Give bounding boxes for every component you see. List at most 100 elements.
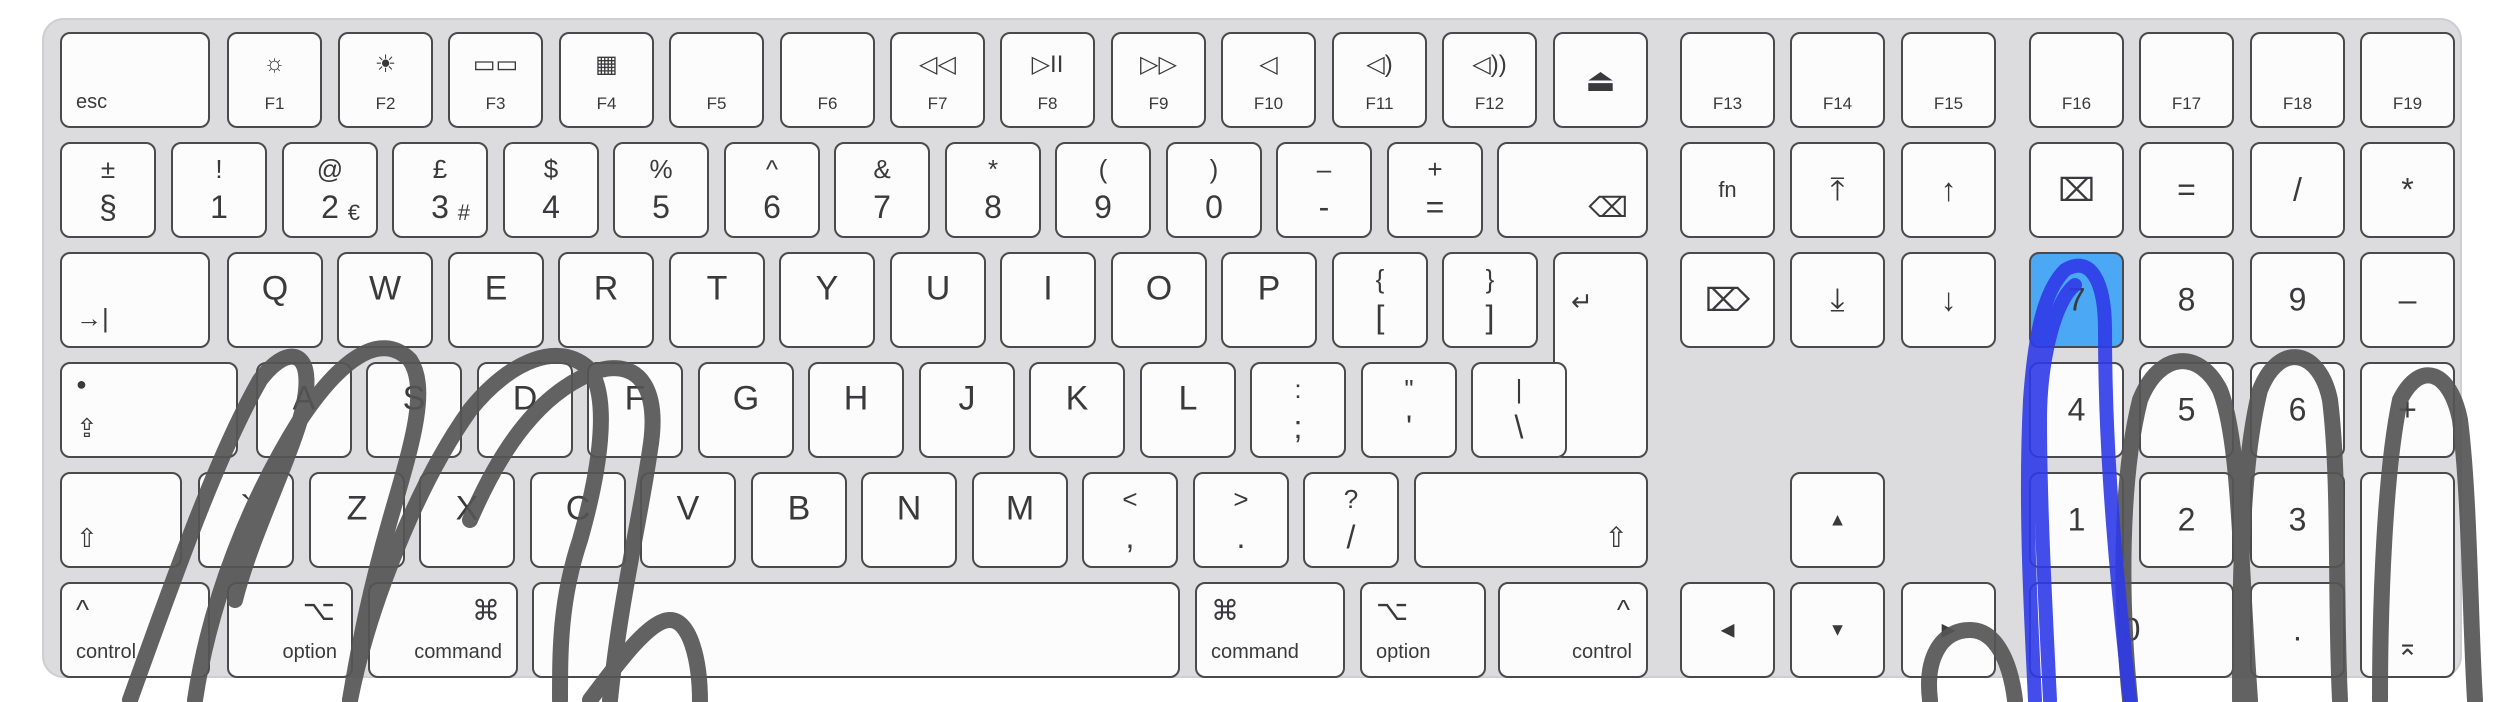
key-f3[interactable]: ▭▭ F3 bbox=[448, 32, 543, 128]
key-7[interactable]: & 7 bbox=[834, 142, 930, 238]
key-8[interactable]: * 8 bbox=[945, 142, 1041, 238]
key-c[interactable]: C bbox=[530, 472, 626, 568]
key-w[interactable]: W bbox=[337, 252, 433, 348]
key-quote[interactable]: " ' bbox=[1361, 362, 1457, 458]
key-eject[interactable]: ⏏ bbox=[1553, 32, 1648, 128]
key-f12[interactable]: ◁)) F12 bbox=[1442, 32, 1537, 128]
key-arrow-up[interactable]: ▲ bbox=[1790, 472, 1885, 568]
key-1[interactable]: ! 1 bbox=[171, 142, 267, 238]
key-f6[interactable]: F6 bbox=[780, 32, 875, 128]
key-page-down[interactable]: ↓ bbox=[1901, 252, 1996, 348]
key-f8[interactable]: ▷II F8 bbox=[1000, 32, 1095, 128]
key-slash[interactable]: ? / bbox=[1303, 472, 1399, 568]
key-f2[interactable]: ☀ F2 bbox=[338, 32, 433, 128]
key-f11[interactable]: ◁) F11 bbox=[1332, 32, 1427, 128]
key-num-minus[interactable]: – bbox=[2360, 252, 2455, 348]
key-num-clear[interactable]: ⌧ bbox=[2029, 142, 2124, 238]
key-end[interactable]: ⤓ bbox=[1790, 252, 1885, 348]
key-caps-lock[interactable]: ● ⇪ bbox=[60, 362, 238, 458]
key-o[interactable]: O bbox=[1111, 252, 1207, 348]
key-left-shift[interactable]: ⇧ bbox=[60, 472, 182, 568]
key-num-1[interactable]: 1 bbox=[2029, 472, 2124, 568]
key-f16[interactable]: F16 bbox=[2029, 32, 2124, 128]
key-5[interactable]: % 5 bbox=[613, 142, 709, 238]
key-f4[interactable]: ▦ F4 bbox=[559, 32, 654, 128]
key-v[interactable]: V bbox=[640, 472, 736, 568]
key-f[interactable]: F bbox=[587, 362, 683, 458]
key-right-option[interactable]: ⌥ option bbox=[1360, 582, 1486, 678]
key-num-3[interactable]: 3 bbox=[2250, 472, 2345, 568]
key-num-enter[interactable]: ⌅ bbox=[2360, 472, 2455, 678]
key-u[interactable]: U bbox=[890, 252, 986, 348]
key-space[interactable] bbox=[532, 582, 1180, 678]
key-num-2[interactable]: 2 bbox=[2139, 472, 2234, 568]
key-num-9[interactable]: 9 bbox=[2250, 252, 2345, 348]
key-equals[interactable]: + = bbox=[1387, 142, 1483, 238]
key-num-multiply[interactable]: * bbox=[2360, 142, 2455, 238]
key-right-control[interactable]: ^ control bbox=[1498, 582, 1648, 678]
key-comma[interactable]: < , bbox=[1082, 472, 1178, 568]
key-arrow-right[interactable]: ▶ bbox=[1901, 582, 1996, 678]
key-page-up[interactable]: ↑ bbox=[1901, 142, 1996, 238]
key-f14[interactable]: F14 bbox=[1790, 32, 1885, 128]
key-4[interactable]: $ 4 bbox=[503, 142, 599, 238]
key-z[interactable]: Z bbox=[309, 472, 405, 568]
key-m[interactable]: M bbox=[972, 472, 1068, 568]
key-num-6[interactable]: 6 bbox=[2250, 362, 2345, 458]
key-forward-delete[interactable]: ⌦ bbox=[1680, 252, 1775, 348]
key-num-5[interactable]: 5 bbox=[2139, 362, 2234, 458]
key-p[interactable]: P bbox=[1221, 252, 1317, 348]
key-f9[interactable]: ▷▷ F9 bbox=[1111, 32, 1206, 128]
key-return[interactable]: ↵ bbox=[1553, 252, 1648, 458]
key-left-bracket[interactable]: { [ bbox=[1332, 252, 1428, 348]
key-s[interactable]: S bbox=[366, 362, 462, 458]
key-minus[interactable]: – - bbox=[1276, 142, 1372, 238]
key-esc[interactable]: esc bbox=[60, 32, 210, 128]
key-6[interactable]: ^ 6 bbox=[724, 142, 820, 238]
key-f18[interactable]: F18 bbox=[2250, 32, 2345, 128]
key-i[interactable]: I bbox=[1000, 252, 1096, 348]
key-num-0[interactable]: 0 bbox=[2029, 582, 2234, 678]
key-3[interactable]: £ 3 # bbox=[392, 142, 488, 238]
key-right-shift[interactable]: ⇧ bbox=[1414, 472, 1648, 568]
key-arrow-left[interactable]: ◀ bbox=[1680, 582, 1775, 678]
key-backslash[interactable]: | \ bbox=[1471, 362, 1567, 458]
key-tab[interactable]: →| bbox=[60, 252, 210, 348]
key-j[interactable]: J bbox=[919, 362, 1015, 458]
key-right-bracket[interactable]: } ] bbox=[1442, 252, 1538, 348]
key-left-control[interactable]: ^ control bbox=[60, 582, 210, 678]
key-num-plus[interactable]: + bbox=[2360, 362, 2455, 458]
key-g[interactable]: G bbox=[698, 362, 794, 458]
key-d[interactable]: D bbox=[477, 362, 573, 458]
key-q[interactable]: Q bbox=[227, 252, 323, 348]
key-right-command[interactable]: ⌘ command bbox=[1195, 582, 1345, 678]
key-k[interactable]: K bbox=[1029, 362, 1125, 458]
key-e[interactable]: E bbox=[448, 252, 544, 348]
key-r[interactable]: R bbox=[558, 252, 654, 348]
key-home[interactable]: ⤒ bbox=[1790, 142, 1885, 238]
key-f5[interactable]: F5 bbox=[669, 32, 764, 128]
key-f15[interactable]: F15 bbox=[1901, 32, 1996, 128]
key-left-command[interactable]: ⌘ command bbox=[368, 582, 518, 678]
key-f10[interactable]: ◁ F10 bbox=[1221, 32, 1316, 128]
key-n[interactable]: N bbox=[861, 472, 957, 568]
key-b[interactable]: B bbox=[751, 472, 847, 568]
key-delete[interactable]: ⌫ bbox=[1497, 142, 1648, 238]
key-left-option[interactable]: ⌥ option bbox=[227, 582, 353, 678]
key-y[interactable]: Y bbox=[779, 252, 875, 348]
key-period[interactable]: > . bbox=[1193, 472, 1289, 568]
key-l[interactable]: L bbox=[1140, 362, 1236, 458]
key-num-7[interactable]: 7 bbox=[2029, 252, 2124, 348]
key-f7[interactable]: ◁◁ F7 bbox=[890, 32, 985, 128]
key-t[interactable]: T bbox=[669, 252, 765, 348]
key-num-8[interactable]: 8 bbox=[2139, 252, 2234, 348]
key-h[interactable]: H bbox=[808, 362, 904, 458]
key-backtick[interactable]: ` bbox=[198, 472, 294, 568]
key-fn[interactable]: fn bbox=[1680, 142, 1775, 238]
key-f19[interactable]: F19 bbox=[2360, 32, 2455, 128]
key-section[interactable]: ± § bbox=[60, 142, 156, 238]
key-f17[interactable]: F17 bbox=[2139, 32, 2234, 128]
key-0[interactable]: ) 0 bbox=[1166, 142, 1262, 238]
key-num-4[interactable]: 4 bbox=[2029, 362, 2124, 458]
key-9[interactable]: ( 9 bbox=[1055, 142, 1151, 238]
